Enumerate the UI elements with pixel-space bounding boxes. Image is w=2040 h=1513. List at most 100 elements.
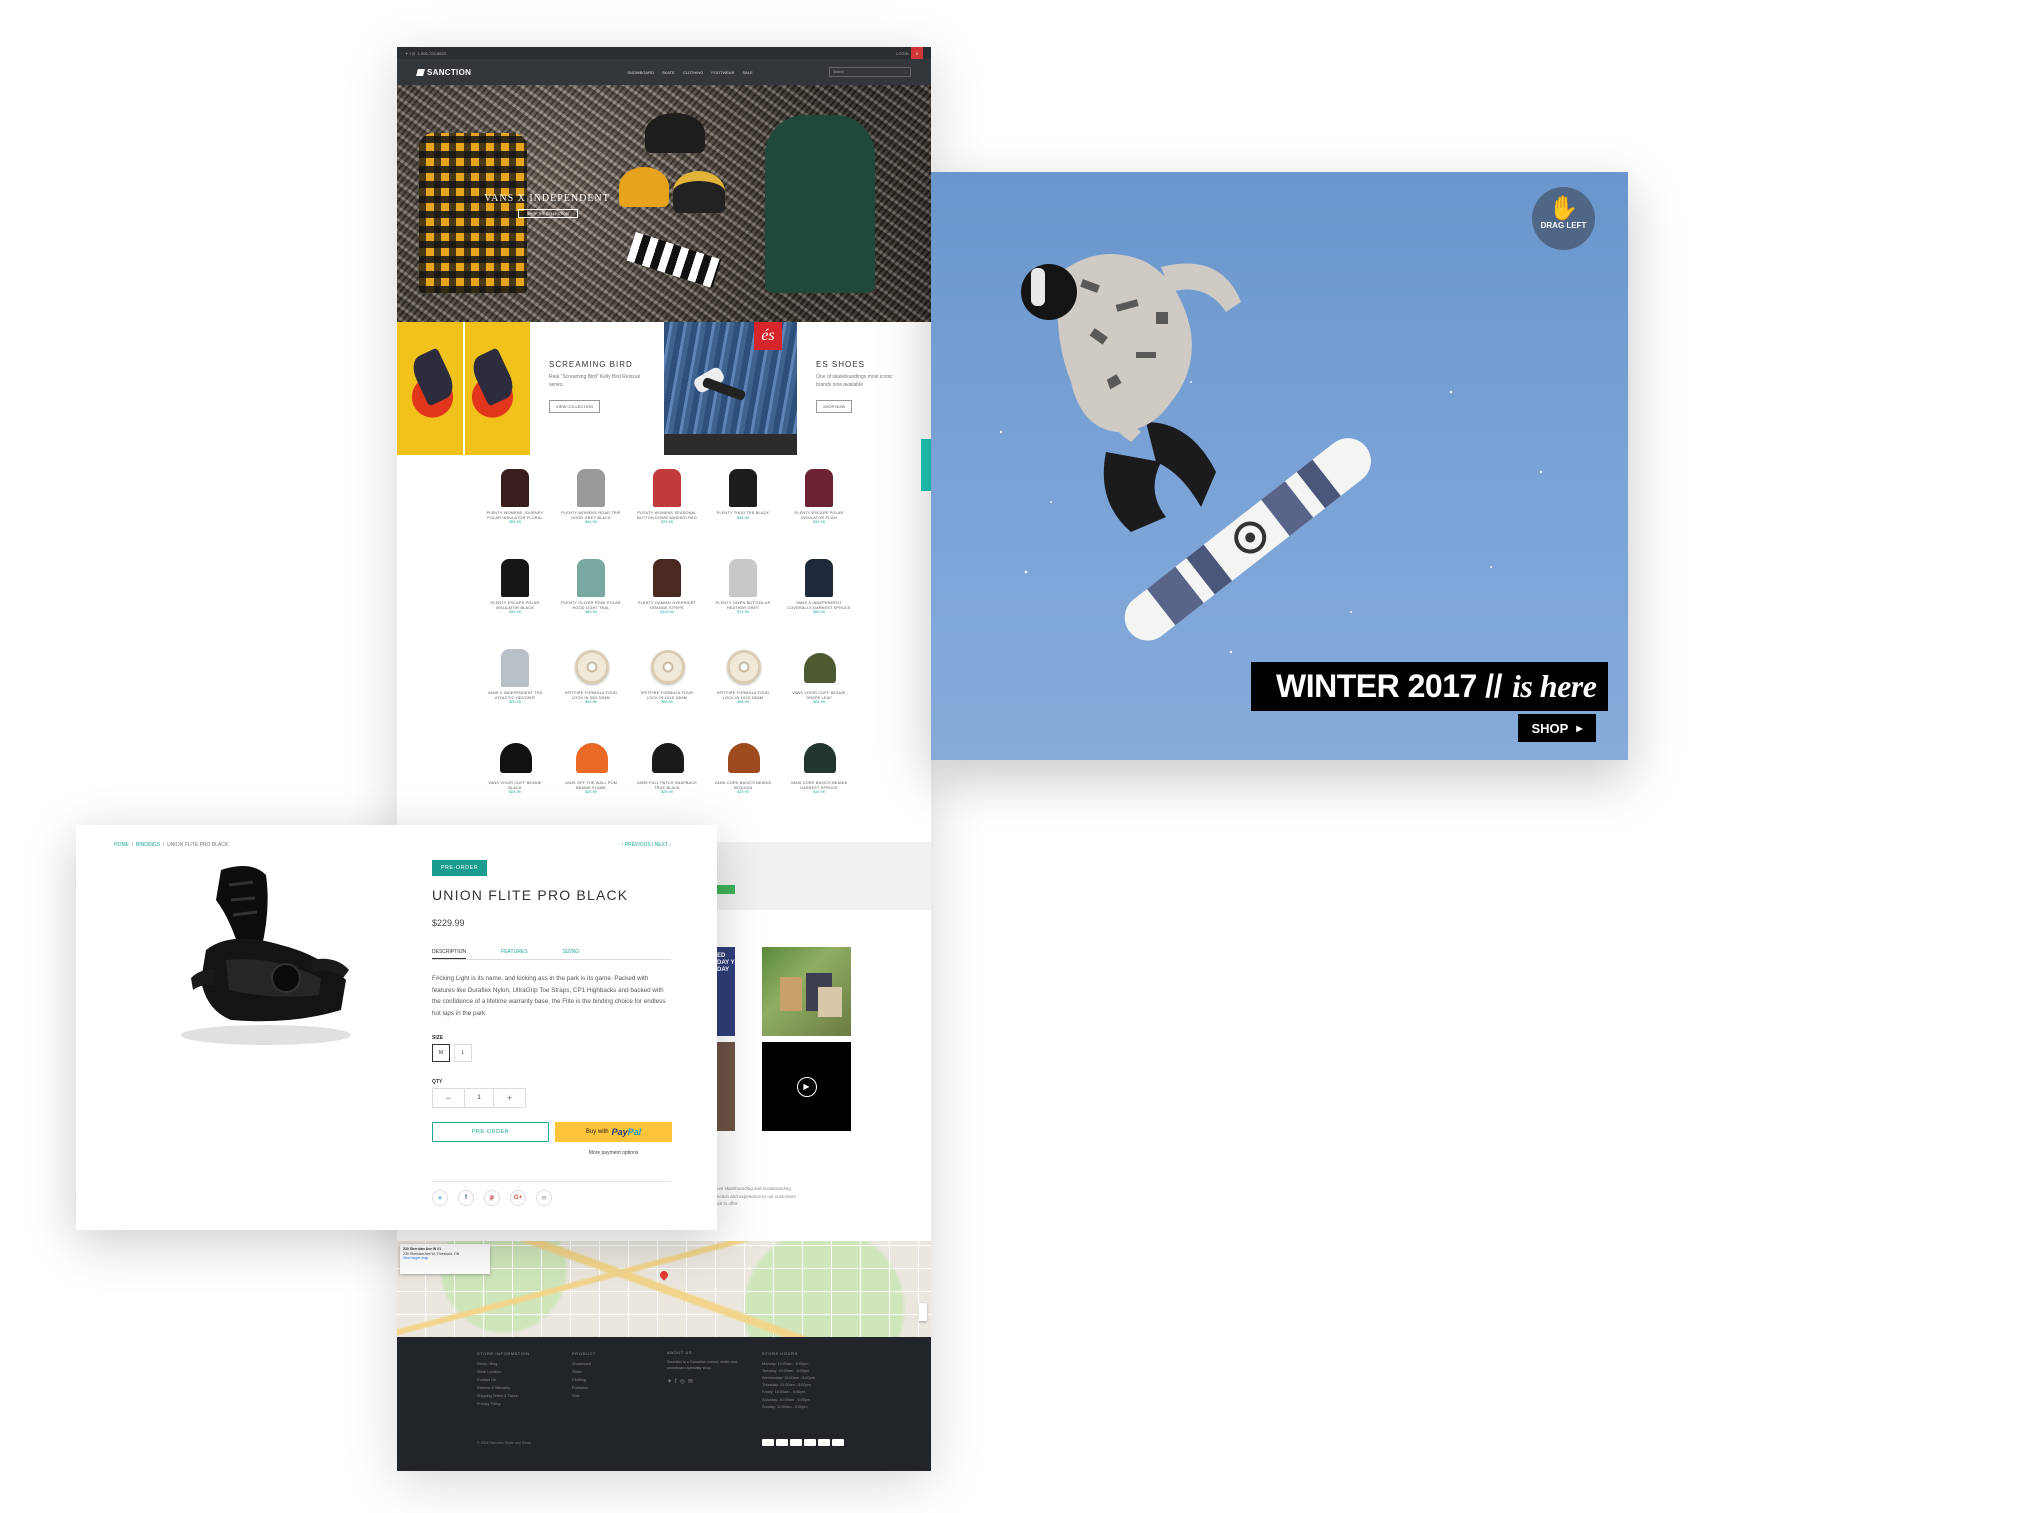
- product-card[interactable]: PLENTY ESCAPE POLAR INSULATOR BLACK $49.9…: [477, 557, 553, 633]
- preorder-button[interactable]: PRE-ORDER: [432, 1122, 549, 1142]
- footer-link[interactable]: Snowboard: [572, 1361, 662, 1369]
- banner-shop-button[interactable]: SHOP ▶: [1518, 714, 1596, 742]
- search-input[interactable]: Search ⌕: [829, 67, 911, 77]
- footer-social-icons[interactable]: ✦f◎✉: [667, 1378, 747, 1388]
- product-name[interactable]: VANS FULL PATCH SNAPBACK TRUE BLACK: [629, 781, 705, 790]
- product-name[interactable]: VANS CORE BASICS BEANIE SEQUOIA: [705, 781, 781, 790]
- nav-item-sale[interactable]: SALE: [742, 70, 752, 75]
- nav-item-snowboard[interactable]: SNOWBOARD: [627, 70, 654, 75]
- instagram-icon[interactable]: ◎: [412, 51, 416, 56]
- instagram-video-tile[interactable]: ▶: [762, 1042, 851, 1131]
- product-name[interactable]: PLENTY WOMENS JOURNEY POLAR INSULATOR FL…: [477, 511, 553, 520]
- footer-link[interactable]: Sale: [572, 1393, 662, 1401]
- facebook-icon[interactable]: f: [409, 51, 410, 56]
- product-thumbnail[interactable]: [799, 737, 839, 779]
- product-name[interactable]: PLENTY ESCAPE POLAR INSULATOR BLACK: [477, 601, 553, 610]
- product-card[interactable]: PLENTY THUG TEE BLACK $34.99: [705, 467, 781, 543]
- winter-banner[interactable]: ✋ DRAG LEFT WINTER 2017 // is here SHOP …: [931, 172, 1628, 760]
- footer-link[interactable]: Clothing: [572, 1377, 662, 1385]
- nav-item-clothing[interactable]: CLOTHING: [683, 70, 704, 75]
- view-larger-map-link[interactable]: View larger map: [403, 1256, 487, 1261]
- footer-link[interactable]: Shipping Terms & Taxes: [477, 1393, 567, 1401]
- drag-left-badge[interactable]: ✋ DRAG LEFT: [1532, 187, 1595, 250]
- store-map[interactable]: 230 Sheridan Ave W #1 230 Sheridan Ave W…: [397, 1241, 931, 1337]
- breadcrumb-bindings[interactable]: BINDINGS: [136, 842, 160, 848]
- product-card[interactable]: VANS VISOR CUFF BEANIE GRAPE LEAF $24.99: [781, 647, 857, 723]
- product-card[interactable]: PLENTY OLIVER PEAK POLAR HOOD LIGHT TEAL…: [553, 557, 629, 633]
- view-collection-button[interactable]: VIEW COLLECTION: [549, 400, 600, 413]
- product-name[interactable]: VANS VISOR CUFF BEANIE GRAPE LEAF: [781, 691, 857, 700]
- product-card[interactable]: VANS X INDEPENDENT COVERALLS DARKEST SPR…: [781, 557, 857, 633]
- play-icon[interactable]: ▶: [796, 1076, 817, 1097]
- hero-banner[interactable]: VANS X INDEPENDENT SHOP THE COLLECTION: [397, 85, 931, 322]
- product-name[interactable]: SPITFIRE FORMULA FOUR LOCK IN 101D 53MM: [705, 691, 781, 700]
- product-name[interactable]: PLENTY OWEN BUTTON UP HEATHER GREY: [705, 601, 781, 610]
- product-name[interactable]: PLENTY ESCAPE POLAR INSULATOR PLUM: [781, 511, 857, 520]
- product-thumbnail[interactable]: [495, 557, 535, 599]
- twitter-icon[interactable]: ✦: [405, 51, 408, 56]
- qty-input[interactable]: 1: [463, 1089, 495, 1107]
- product-card[interactable]: VANS X INDEPENDENT TEE ATHLETIC HEATHER $…: [477, 647, 553, 723]
- site-logo[interactable]: SANCTION: [416, 68, 471, 77]
- product-thumbnail[interactable]: [495, 467, 535, 509]
- product-card[interactable]: VANS FULL PATCH SNAPBACK TRUE BLACK $29.9…: [629, 737, 705, 813]
- product-name[interactable]: PLENTY WOMENS SEASONAL BUTTON DOWN WASHE…: [629, 511, 705, 520]
- product-thumbnail[interactable]: [723, 647, 763, 689]
- nav-item-footwear[interactable]: FOOTWEAR: [711, 70, 734, 75]
- footer-link[interactable]: News / Blog: [477, 1361, 567, 1369]
- product-name[interactable]: VANS X INDEPENDENT COVERALLS DARKEST SPR…: [781, 601, 857, 610]
- product-thumbnail[interactable]: [723, 467, 763, 509]
- product-thumbnail[interactable]: [647, 737, 687, 779]
- qty-increment-button[interactable]: +: [494, 1093, 525, 1103]
- footer-link[interactable]: Privacy Policy: [477, 1401, 567, 1409]
- tab-features[interactable]: FEATURES: [501, 949, 527, 955]
- product-card[interactable]: PLENTY WOMENS SEASONAL BUTTON DOWN WASHE…: [629, 467, 705, 543]
- footer-link[interactable]: Returns & Warranty: [477, 1385, 567, 1393]
- nav-item-skate[interactable]: SKATE: [662, 70, 675, 75]
- product-name[interactable]: VANS VISOR CUFF BEANIE BLACK: [477, 781, 553, 790]
- product-thumbnail[interactable]: [647, 557, 687, 599]
- map-zoom-control[interactable]: [919, 1303, 927, 1321]
- instagram-tile[interactable]: [715, 1042, 735, 1131]
- product-thumbnail[interactable]: [799, 557, 839, 599]
- product-name[interactable]: SPITFIRE FORMULA FOUR LOCK IN 99D 52MM: [553, 691, 629, 700]
- search-icon[interactable]: ⌕: [905, 70, 907, 74]
- tab-sizing[interactable]: SIZING: [562, 949, 579, 955]
- product-thumbnail[interactable]: [571, 647, 611, 689]
- product-card[interactable]: VANS VISOR CUFF BEANIE BLACK $24.99: [477, 737, 553, 813]
- tab-description[interactable]: DESCRIPTION: [432, 949, 467, 959]
- qty-decrement-button[interactable]: −: [433, 1093, 464, 1103]
- size-option-m[interactable]: M: [432, 1044, 450, 1062]
- email-icon[interactable]: ✉: [536, 1190, 552, 1206]
- cart-button[interactable]: 0: [910, 47, 923, 59]
- product-card[interactable]: SPITFIRE FORMULA FOUR LOCK IN 101D 53MM $…: [705, 647, 781, 723]
- product-thumbnail[interactable]: [647, 467, 687, 509]
- footer-link[interactable]: Skate: [572, 1369, 662, 1377]
- product-thumbnail[interactable]: [799, 647, 839, 689]
- more-payment-options-link[interactable]: More payment options: [555, 1150, 672, 1156]
- product-thumbnail[interactable]: [723, 557, 763, 599]
- breadcrumb-home[interactable]: HOME: [114, 842, 129, 848]
- product-card[interactable]: SPITFIRE FORMULA FOUR LOCK IN 99D 52MM $5…: [553, 647, 629, 723]
- product-card[interactable]: PLENTY WOMENS ROAD TRIP HOOD GREY BLACK $…: [553, 467, 629, 543]
- product-thumbnail[interactable]: [571, 467, 611, 509]
- product-name[interactable]: VANS X INDEPENDENT TEE ATHLETIC HEATHER: [477, 691, 553, 700]
- product-name[interactable]: PLENTY WOMENS ROAD TRIP HOOD GREY BLACK: [553, 511, 629, 520]
- facebook-icon[interactable]: f: [458, 1190, 474, 1206]
- footer-link[interactable]: Store Location: [477, 1369, 567, 1377]
- shop-now-button[interactable]: SHOP NOW: [816, 400, 853, 413]
- twitter-icon[interactable]: ✦: [432, 1190, 448, 1206]
- googleplus-icon[interactable]: G+: [510, 1190, 526, 1206]
- pinterest-icon[interactable]: p: [484, 1190, 500, 1206]
- product-name[interactable]: SPITFIRE FORMULA FOUR LOCK IN 101D 53MM: [629, 691, 705, 700]
- hero-shop-button[interactable]: SHOP THE COLLECTION: [518, 209, 578, 218]
- product-thumbnail[interactable]: [799, 467, 839, 509]
- footer-link[interactable]: Footwear: [572, 1385, 662, 1393]
- newsletter-submit-button[interactable]: [715, 885, 735, 894]
- product-card[interactable]: VANS OFF THE WALL POM BEANIE FLAME $29.99: [553, 737, 629, 813]
- product-thumbnail[interactable]: [571, 737, 611, 779]
- product-card[interactable]: PLENTY WOMENS JOURNEY POLAR INSULATOR FL…: [477, 467, 553, 543]
- product-card[interactable]: VANS CORE BASICS BEANIE DARKEST SPRUCE $1…: [781, 737, 857, 813]
- product-name[interactable]: VANS OFF THE WALL POM BEANIE FLAME: [553, 781, 629, 790]
- product-thumbnail[interactable]: [495, 737, 535, 779]
